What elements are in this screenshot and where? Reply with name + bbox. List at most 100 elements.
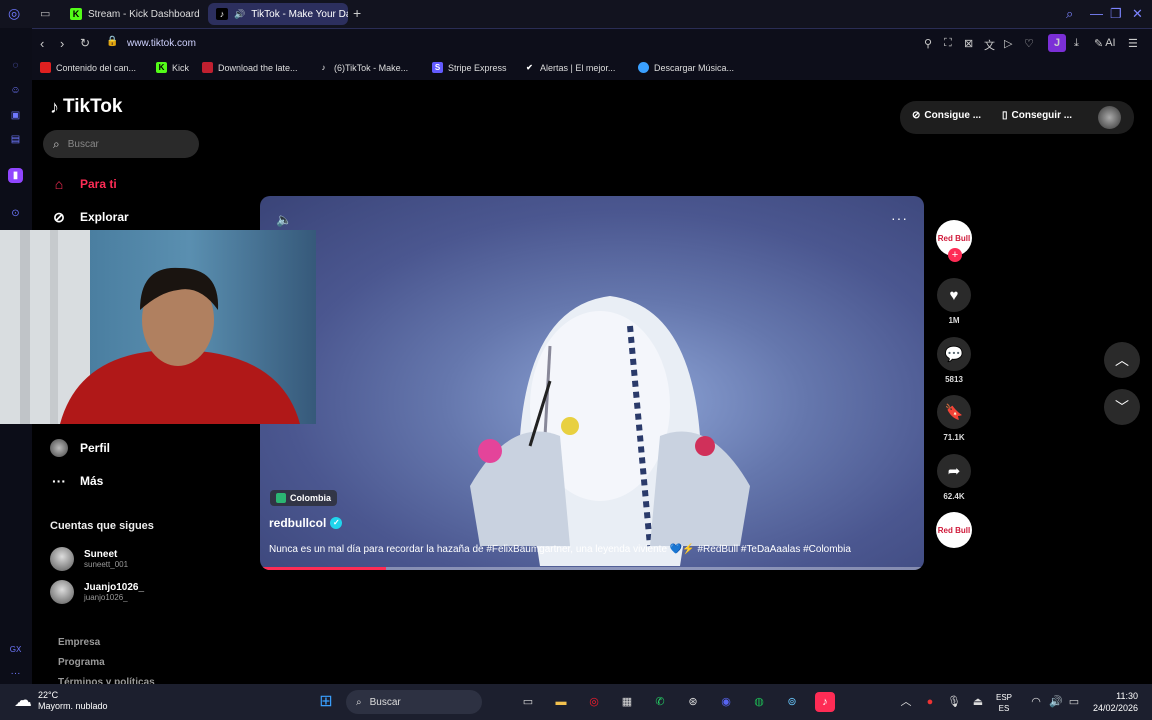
previous-video-button[interactable]: ︿ (1104, 342, 1140, 378)
volume-icon[interactable]: 🔊 (1046, 692, 1066, 712)
bookmark-item[interactable]: ♪ (6)TikTok - Make... (318, 62, 409, 73)
obs-icon[interactable]: ⊛ (683, 692, 703, 712)
more-icon[interactable]: ··· (8, 666, 23, 681)
maximize-icon[interactable]: ❐ (1110, 6, 1122, 22)
kick-icon: K (156, 62, 167, 73)
bookmark-item[interactable]: ✔ Alertas | El mejor... (524, 62, 615, 73)
search-tabs-icon[interactable]: ⌕ (1066, 6, 1073, 22)
following-item[interactable]: Juanjo1026_ juanjo1026_ (50, 580, 144, 604)
start-button[interactable]: ⊞ (316, 692, 336, 712)
settings-icon[interactable]: ⊙ (8, 206, 23, 221)
browser-logo-icon[interactable]: ◎ (8, 5, 20, 22)
file-explorer-icon[interactable]: ▬ (551, 692, 571, 712)
url-field[interactable]: www.tiktok.com (127, 38, 196, 49)
get-app-button[interactable]: ▯ Conseguir ... (1002, 110, 1072, 121)
play-icon[interactable]: ▷ (1004, 37, 1012, 50)
creator-avatar-button[interactable]: Red Bull + (936, 220, 972, 262)
new-tab-button[interactable]: + (353, 5, 361, 21)
following-item[interactable]: Suneet suneett_001 (50, 547, 128, 571)
chevron-down-icon: ﹀ (1115, 399, 1129, 415)
minimize-icon[interactable]: — (1090, 6, 1103, 21)
ai-button[interactable]: ✎ AI (1094, 37, 1116, 50)
spotify-icon[interactable]: ◍ (749, 692, 769, 712)
footer-link-empresa[interactable]: Empresa (58, 637, 100, 648)
tab-tiktok[interactable]: ♪ 🔊 TikTok - Make Your Da (208, 3, 348, 25)
bookmark-item[interactable]: K Kick (156, 62, 189, 73)
more-options-icon[interactable]: ··· (891, 210, 908, 226)
next-video-button[interactable]: ﹀ (1104, 389, 1140, 425)
heart-icon: ♥ (937, 278, 971, 312)
tiktok-live-icon[interactable]: ♪ (815, 692, 835, 712)
bookmark-item[interactable]: Contenido del can... (40, 62, 136, 73)
tray-expand-icon[interactable]: ︿ (896, 692, 916, 712)
language-indicator[interactable]: ESP ES (996, 692, 1012, 714)
bookmark-item[interactable]: Descargar Música... (638, 62, 734, 73)
footer-link-terminos[interactable]: Términos y políticas (58, 677, 155, 684)
tab-label: TikTok - Make Your Da (251, 8, 348, 20)
nav-para-ti[interactable]: ⌂ Para ti (50, 175, 117, 193)
comment-button[interactable]: 💬 5813 (936, 337, 972, 384)
wifi-icon[interactable]: ◠ (1026, 692, 1046, 712)
discord-icon[interactable]: ◉ (716, 692, 736, 712)
usb-icon[interactable]: ⏏ (968, 692, 988, 712)
weather-widget[interactable]: 22°C Mayorm. nublado (38, 690, 108, 712)
download-icon[interactable]: ⤓ (1074, 37, 1079, 50)
tray-app-icon[interactable]: ● (920, 692, 940, 712)
tiktok-icon: ♪ (216, 8, 228, 20)
nav-perfil[interactable]: Perfil (50, 439, 110, 457)
nav-mas[interactable]: ··· Más (50, 472, 103, 490)
back-button[interactable]: ‹ (40, 36, 44, 51)
contacts-icon[interactable]: ☺ (8, 83, 23, 98)
like-button[interactable]: ♥ 1M (936, 278, 972, 325)
follow-plus-icon[interactable]: + (948, 248, 962, 262)
opera-gx-icon[interactable]: ◎ (584, 692, 604, 712)
video-author[interactable]: redbullcol ✓ (269, 516, 343, 530)
close-icon[interactable]: ✕ (1132, 6, 1143, 22)
snapshot-icon[interactable]: ⛶ (944, 37, 952, 50)
bookmark-item[interactable]: S Stripe Express (432, 62, 507, 73)
forward-button[interactable]: › (60, 36, 64, 51)
whatsapp-icon[interactable]: ✆ (650, 692, 670, 712)
reload-button[interactable]: ↻ (80, 36, 90, 50)
location-tag[interactable]: Colombia (270, 490, 338, 506)
profile-avatar[interactable] (1098, 106, 1121, 129)
taskbar-search[interactable]: ⌕ Buscar (346, 690, 482, 714)
steam-icon[interactable]: ⊚ (782, 692, 802, 712)
video-player[interactable]: 🔈 ··· Colombia redbullcol ✓ Nunca es un … (260, 196, 924, 570)
tab-kick-dashboard[interactable]: K Stream - Kick Dashboard (62, 3, 202, 25)
video-frame-astronaut (470, 296, 750, 566)
microphone-icon[interactable]: 🎙 (944, 692, 964, 712)
profile-avatar[interactable]: J (1048, 34, 1066, 52)
store-icon[interactable]: ▦ (617, 692, 637, 712)
search-input[interactable]: ⌕ Buscar (43, 130, 199, 158)
translate-icon[interactable]: 文 (984, 37, 995, 53)
heart-icon[interactable]: ♡ (1024, 37, 1034, 50)
messenger-icon[interactable]: ◌ (8, 58, 23, 73)
tiktok-logo[interactable]: ♪ TikTok (50, 96, 122, 118)
tab-label: Stream - Kick Dashboard (88, 8, 200, 20)
bookmark-icon: 🔖 (937, 395, 971, 429)
menu-icon[interactable]: ☰ (1128, 37, 1138, 50)
comment-icon: 💬 (937, 337, 971, 371)
twitch-icon[interactable]: ▮ (8, 168, 23, 183)
clock[interactable]: 11:30 24/02/2026 (1088, 690, 1138, 714)
footer-link-programa[interactable]: Programa (58, 657, 105, 668)
tab-manager-icon[interactable]: ▭ (40, 7, 50, 20)
pin-icon[interactable]: ⚲ (924, 37, 932, 50)
search-icon: ⌕ (356, 696, 362, 708)
share-button[interactable]: ➦ 62.4K (936, 454, 972, 501)
player-icon[interactable]: ▤ (8, 132, 23, 147)
get-coins-button[interactable]: ⊘ Consigue ... (912, 110, 981, 121)
video-progress-bar[interactable] (260, 567, 924, 570)
save-button[interactable]: 🔖 71.1K (936, 395, 972, 442)
adblock-icon[interactable]: ⊠ (964, 37, 973, 50)
bookmark-item[interactable]: Download the late... (202, 62, 298, 73)
alert-icon: ✔ (526, 63, 533, 72)
task-view-icon[interactable]: ▭ (518, 692, 538, 712)
nav-explorar[interactable]: ⊘ Explorar (50, 208, 129, 226)
music-disc-button[interactable]: Red Bull (936, 512, 972, 548)
battery-icon[interactable]: ▭ (1064, 692, 1084, 712)
volume-icon[interactable]: 🔈 (276, 212, 292, 228)
wallet-icon[interactable]: ▣ (8, 108, 23, 123)
gx-icon[interactable]: GX (8, 642, 23, 657)
